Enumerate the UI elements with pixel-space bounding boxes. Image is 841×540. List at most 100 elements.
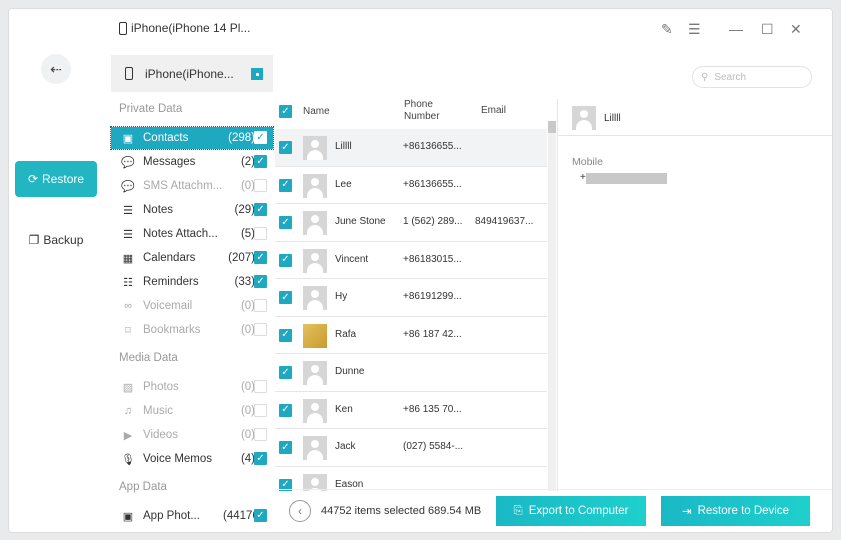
export-button[interactable]: ⎘ Export to Computer [496,496,646,526]
category-checkbox[interactable] [254,179,267,192]
table-row[interactable]: ✓ Vincent +86183015... [275,242,547,279]
category-reminders[interactable]: ☷ Reminders (33) ✓ [111,271,273,293]
category-label: Reminders [143,276,199,288]
category-videos[interactable]: ▶ Videos (0) [111,424,273,446]
avatar [303,136,327,160]
avatar [303,323,327,348]
row-checkbox[interactable]: ✓ [279,253,292,267]
export-label: Export to Computer [528,505,629,517]
row-checkbox[interactable]: ✓ [279,216,292,229]
title-text: iPhone(iPhone 14 Pl... [131,21,251,35]
contact-email: 849419637... [475,216,534,227]
table-row[interactable]: ✓ Eason [275,467,547,491]
row-checkbox[interactable]: ✓ [279,141,292,154]
table-row[interactable]: ✓ Dunne [275,354,547,392]
device-name: iPhone(iPhone... [145,66,234,81]
category-checkbox[interactable] [254,404,267,417]
category-music[interactable]: ♫ Music (0) [111,400,273,422]
category-voicemail[interactable]: ∞ Voicemail (0) [111,295,273,317]
import-icon: ⇥ [681,506,692,518]
category-notes[interactable]: ☰ Notes (29) ✓ [111,199,273,221]
detail-field-label: Mobile [572,156,603,168]
backup-label: Backup [43,233,84,247]
category-checkbox[interactable] [254,323,267,336]
search-input[interactable]: ⚲ Search [692,66,812,88]
category-calendars[interactable]: ▦ Calendars (207) ✓ [111,247,273,269]
table-row[interactable]: ✓ Lee +86136655... [275,167,547,204]
device-checkbox[interactable] [251,68,263,80]
row-checkbox[interactable]: ✓ [279,366,292,379]
contact-name: Lee [335,178,352,190]
section-media-data: Media Data [119,352,178,364]
back-button[interactable]: ⇠ [41,54,71,84]
contact-name: Vincent [335,253,369,265]
category-messages[interactable]: 💬 Messages (2) ✓ [111,151,273,173]
detail-name: Lillll [604,113,621,124]
category-contacts[interactable]: ▣ Contacts (298) ✓ [110,126,274,150]
menu-icon[interactable]: ☰ [688,21,701,38]
category-checkbox[interactable]: ✓ [254,251,267,264]
row-checkbox[interactable]: ✓ [279,178,292,192]
window-title: iPhone(iPhone 14 Pl... [119,21,250,35]
category-sms-attachm[interactable]: 💬 SMS Attachm... (0) [111,175,273,197]
avatar [303,398,327,423]
close-icon[interactable]: ✕ [790,21,802,38]
header-name: Name [303,106,330,117]
category-count: (2) [240,156,255,168]
contact-phone: (027) 5584-... [403,441,464,452]
row-checkbox[interactable]: ✓ [279,328,292,342]
music-icon: ♫ [123,405,133,417]
category-checkbox[interactable] [254,380,267,393]
category-checkbox[interactable] [254,428,267,441]
list-scrollbar[interactable] [548,121,556,491]
category-checkbox[interactable] [254,299,267,312]
device-selector[interactable]: iPhone(iPhone... [111,55,273,92]
category-checkbox[interactable]: ✓ [254,203,267,216]
contacts-list: ✓ Name Phone Number Email ✓ Lillll +861366… [275,97,557,491]
row-checkbox[interactable]: ✓ [279,441,292,454]
table-row[interactable]: ✓ Rafa +86 187 42... [275,317,547,354]
feedback-icon[interactable]: ✎ [661,21,673,38]
backup-nav-button[interactable]: ❐ Backup [15,223,97,257]
table-row[interactable]: ✓ June Stone 1 (562) 289... 849419637... [275,204,547,242]
table-row[interactable]: ✓ Jack (027) 5584-... [275,429,547,467]
contact-detail: Lillll Mobile + [557,99,832,491]
header-email: Email [481,105,507,116]
category-label: App Phot... [143,510,200,522]
app-window: ⇠ ⟳ Restore ❐ Backup iPhone(iPhone 14 Pl..… [8,8,833,533]
category-checkbox[interactable]: ✓ [254,155,267,168]
row-checkbox[interactable]: ✓ [279,291,292,304]
restore-to-device-button[interactable]: ⇥ Restore to Device [661,496,810,526]
avatar [303,436,327,460]
category-app-phot[interactable]: ▣ App Phot... (44176) ✓ [111,505,273,527]
category-bookmarks[interactable]: ⌑ Bookmarks (0) [111,319,273,341]
restore-nav-button[interactable]: ⟳ Restore [15,161,97,197]
category-label: Notes [143,204,174,216]
category-checkbox[interactable]: ✓ [254,275,267,288]
select-all-checkbox[interactable]: ✓ [279,105,292,118]
contacts-icon: ▣ [122,132,134,145]
row-checkbox[interactable]: ✓ [279,403,292,417]
category-label: Photos [143,381,179,393]
category-photos[interactable]: ▨ Photos (0) [111,376,273,398]
footer-bar: ‹ 44752 items selected 689.54 MB ⎘ Export… [275,489,832,532]
table-row[interactable]: ✓ Hy +86191299... [275,279,547,317]
category-voice-memos[interactable]: 🎙 Voice Memos (4) ✓ [111,448,273,470]
category-checkbox[interactable]: ✓ [254,509,267,522]
microphone-icon: 🎙 [121,453,135,466]
back-circle-button[interactable]: ‹ [289,500,311,522]
category-notes-attach[interactable]: ☰ Notes Attach... (5) [111,223,273,245]
category-checkbox[interactable] [254,227,267,240]
category-count: (44176) [223,510,263,522]
list-header: ✓ Name Phone Number Email [275,97,557,129]
category-checkbox[interactable]: ✓ [254,452,267,465]
avatar [303,248,327,273]
table-row[interactable]: ✓ Ken +86 135 70... [275,392,547,429]
category-count: (207) [228,252,255,264]
avatar [303,173,327,198]
maximize-icon[interactable]: ☐ [761,21,774,38]
category-label: Voice Memos [143,453,213,465]
minimize-icon[interactable]: — [729,21,743,37]
table-row[interactable]: ✓ Lillll +86136655... [275,129,547,167]
category-checkbox[interactable]: ✓ [254,131,267,144]
